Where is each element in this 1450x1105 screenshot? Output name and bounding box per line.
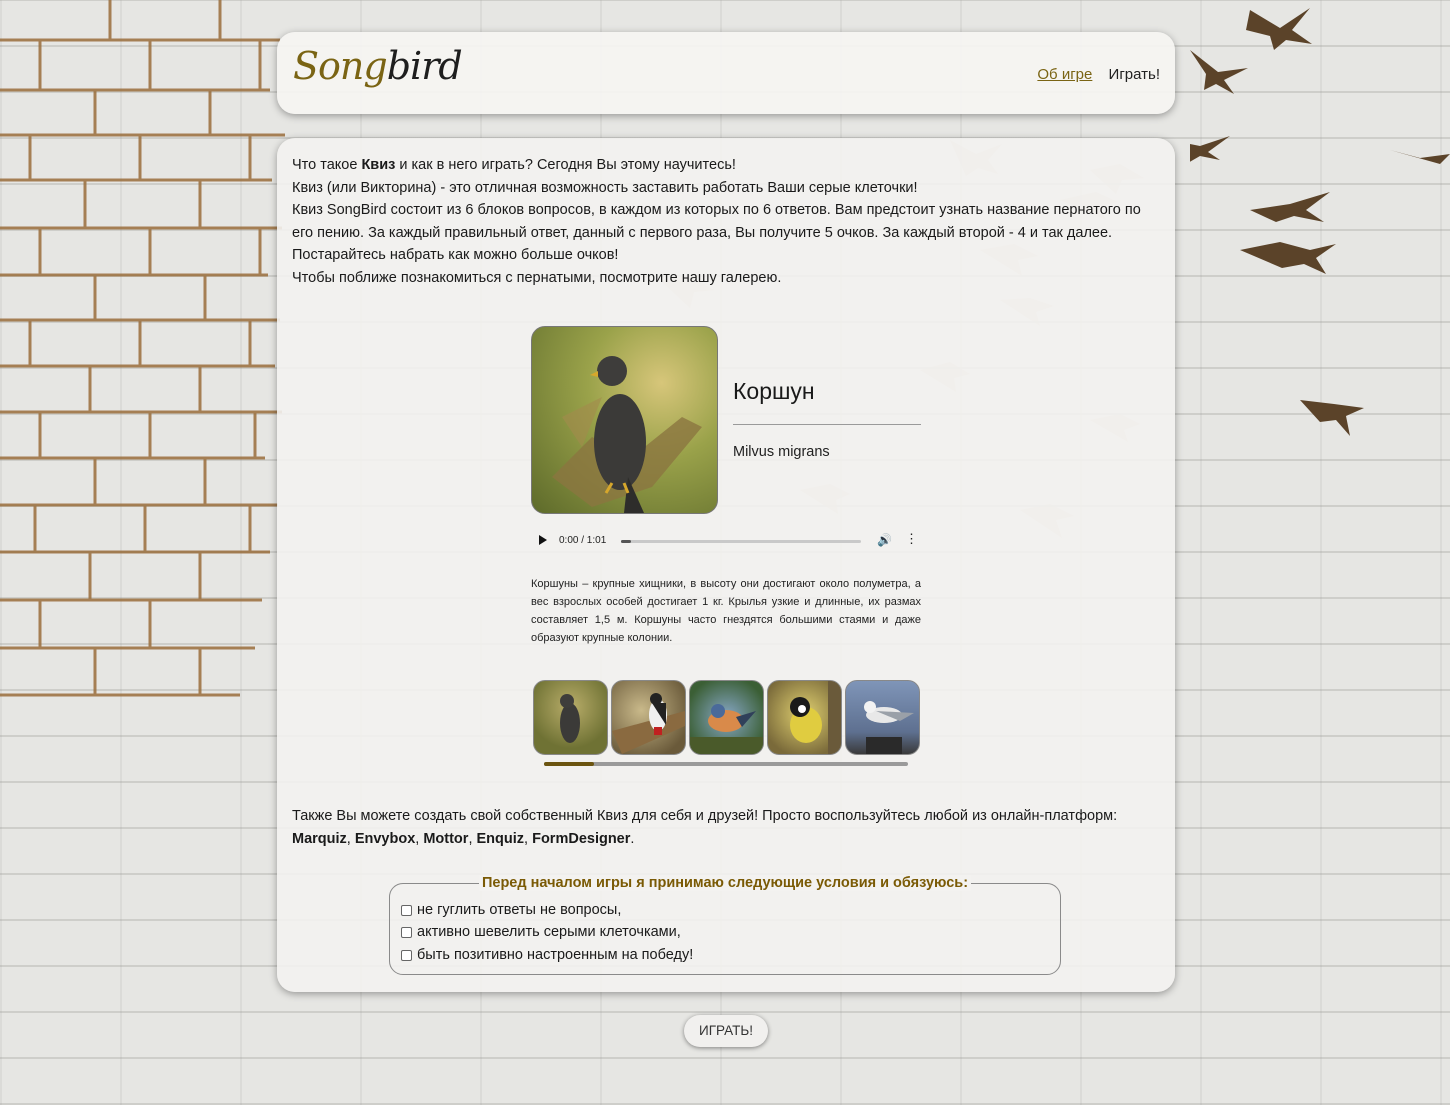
logo[interactable]: Songbird	[293, 44, 463, 88]
nav-play-link[interactable]: Играть!	[1109, 66, 1160, 83]
extra-text: Также Вы можете создать свой собственный…	[292, 805, 1162, 850]
gallery-thumb-gull[interactable]	[845, 680, 920, 755]
bird-name-divider	[733, 424, 921, 425]
platform-envybox: Envybox	[354, 830, 416, 847]
condition-checkbox-3[interactable]	[401, 949, 412, 961]
logo-bird: bird	[386, 44, 463, 88]
condition-item-3[interactable]: быть позитивно настроенным на победу!	[401, 947, 693, 963]
condition-label-3: быть позитивно настроенным на победу!	[417, 947, 694, 963]
volume-icon[interactable]: 🔊	[877, 533, 892, 547]
main-nav: Об игре Играть!	[1025, 66, 1160, 83]
intro-line-1c: и как в него играть? Сегодня Вы этому на…	[395, 157, 736, 173]
separator: ,	[346, 830, 355, 847]
bird-name: Коршун	[733, 378, 815, 404]
logo-song: Song	[293, 44, 388, 88]
audio-time: 0:00 / 1:01	[559, 535, 607, 546]
kite-thumb-icon	[560, 694, 580, 743]
condition-checkbox-1[interactable]	[401, 904, 412, 916]
brick-pattern-decoration	[0, 0, 285, 697]
gallery-thumbnails	[533, 680, 921, 756]
separator: ,	[468, 830, 477, 847]
play-button[interactable]: ИГРАТЬ!	[684, 1015, 768, 1047]
condition-label-1: не гуглить ответы не вопросы,	[417, 902, 622, 918]
intro-line-4: Чтобы поближе познакомиться с пернатыми,…	[292, 269, 782, 286]
gallery-thumb-tit[interactable]	[767, 680, 842, 755]
gallery-scrollbar-thumb[interactable]	[544, 762, 594, 766]
extra-line: Также Вы можете создать свой собственный…	[292, 808, 1118, 824]
intro-quiz-word: Квиз	[361, 157, 396, 173]
condition-item-2[interactable]: активно шевелить серыми клеточками,	[401, 924, 681, 940]
platform-list: Marquiz, Envybox, Mottor, Enquiz, FormDe…	[292, 828, 1162, 851]
platform-mottor: Mottor	[423, 830, 469, 847]
play-icon[interactable]	[539, 535, 547, 545]
intro-text: Что такое Квиз и как в него играть? Сего…	[292, 154, 1162, 290]
finch-thumb-icon	[690, 704, 763, 754]
tit-thumb-icon	[790, 681, 841, 754]
audio-player[interactable]: 0:00 / 1:01 🔊 ⋮	[531, 528, 921, 554]
gallery-thumb-woodpecker[interactable]	[611, 680, 686, 755]
platform-marquiz: Marquiz	[292, 830, 347, 847]
intro-line-1a: Что такое	[292, 157, 362, 173]
separator: ,	[524, 830, 533, 847]
intro-line-3: Квиз SongBird состоит из 6 блоков вопрос…	[292, 202, 1141, 264]
bird-description: Коршуны – крупные хищники, в высоту они …	[531, 578, 921, 644]
kite-bird-icon	[552, 356, 702, 513]
flying-birds-decoration	[1190, 8, 1450, 436]
main-panel: Что такое Квиз и как в него играть? Сего…	[277, 138, 1175, 992]
gallery-thumb-finch[interactable]	[689, 680, 764, 755]
conditions-fieldset: Перед началом игры я принимаю следующие …	[389, 875, 1061, 975]
audio-progress-fill	[621, 540, 631, 543]
platform-enquiz: Enquiz	[476, 830, 525, 847]
bird-photo	[531, 326, 718, 514]
condition-checkbox-2[interactable]	[401, 926, 412, 938]
condition-label-2: активно шевелить серыми клеточками,	[417, 924, 681, 940]
gallery-thumb-kite[interactable]	[533, 680, 608, 755]
condition-item-1[interactable]: не гуглить ответы не вопросы,	[401, 902, 621, 918]
platform-formdesigner: FormDesigner	[532, 830, 631, 847]
intro-line-2: Квиз (или Викторина) - это отличная возм…	[292, 179, 918, 196]
bird-latin-name: Milvus migrans	[733, 444, 830, 460]
woodpecker-thumb-icon	[612, 693, 685, 754]
gallery-scrollbar[interactable]	[544, 762, 908, 766]
period: .	[630, 830, 635, 847]
nav-about-link[interactable]: Об игре	[1037, 66, 1092, 83]
header: Songbird Об игре Играть!	[277, 32, 1175, 114]
conditions-legend: Перед началом игры я принимаю следующие …	[390, 874, 1060, 892]
conditions-legend-text: Перед началом игры я принимаю следующие …	[478, 875, 972, 891]
more-options-icon[interactable]: ⋮	[905, 531, 918, 547]
audio-progress-track[interactable]	[621, 540, 861, 543]
gull-thumb-icon	[864, 701, 914, 754]
intro-line-1: Что такое Квиз и как в него играть? Сего…	[292, 154, 1162, 177]
